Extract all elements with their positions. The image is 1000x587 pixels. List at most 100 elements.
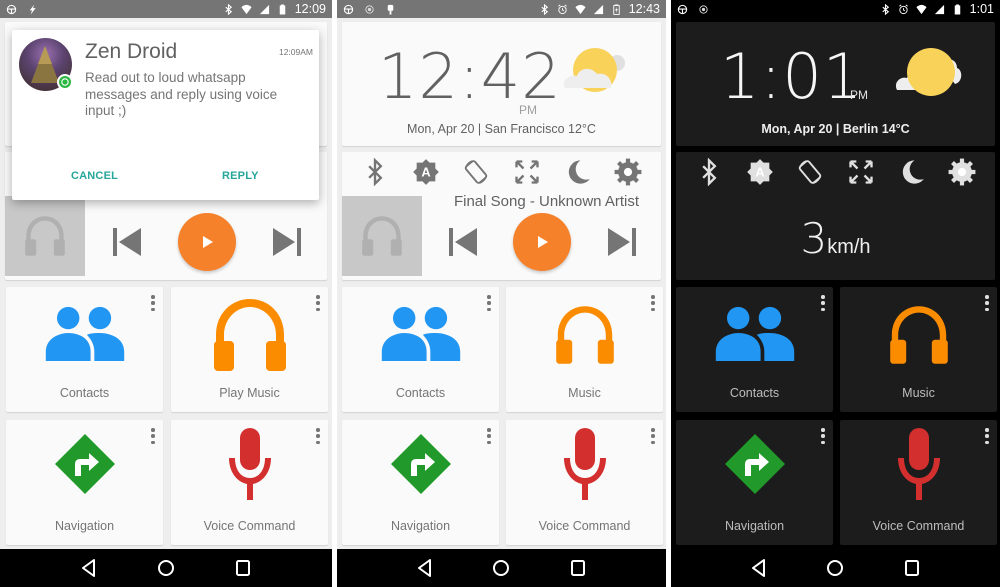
status-bar: 12:43 — [337, 0, 666, 18]
recents-button[interactable] — [231, 556, 255, 580]
wifi-icon — [575, 4, 586, 15]
speed-value: 3 — [800, 214, 828, 263]
overflow-menu-button[interactable] — [150, 295, 156, 311]
headphones-icon — [360, 214, 404, 258]
home-button[interactable] — [489, 556, 513, 580]
overflow-menu-button[interactable] — [984, 428, 990, 444]
tile-music[interactable]: Music — [840, 287, 997, 412]
fullscreen-icon[interactable] — [847, 158, 875, 186]
media-card: Final Song - Unknown Artist — [342, 152, 661, 280]
battery-icon — [277, 4, 288, 15]
date-location-weather: Mon, Apr 20 | San Francisco 12°C — [407, 122, 596, 136]
speed-unit: km/h — [827, 236, 871, 258]
play-button[interactable] — [513, 213, 572, 271]
album-art — [342, 196, 422, 276]
bluetooth-icon[interactable] — [695, 158, 723, 186]
overflow-menu-button[interactable] — [650, 295, 656, 311]
bluetooth-icon — [223, 4, 234, 15]
overflow-menu-button[interactable] — [820, 428, 826, 444]
tile-label: Voice Command — [872, 519, 965, 533]
steering-wheel-icon — [677, 4, 688, 15]
wifi-icon — [241, 4, 252, 15]
tile-label: Navigation — [390, 519, 451, 533]
contacts-icon — [43, 305, 127, 361]
notification-popup: Zen Droid 12:09AM Read out to loud whats… — [12, 30, 319, 200]
notification-sender: Zen Droid — [85, 40, 178, 63]
tile-voice-command[interactable]: Voice Command — [506, 420, 663, 545]
overflow-menu-button[interactable] — [315, 428, 321, 444]
nav-bar — [671, 549, 1000, 587]
partly-cloudy-icon — [563, 48, 625, 92]
home-button[interactable] — [154, 556, 178, 580]
previous-button[interactable] — [111, 226, 143, 258]
tile-navigation[interactable]: Navigation — [6, 420, 163, 545]
tile-music[interactable]: Music — [506, 287, 663, 412]
rotation-icon[interactable] — [796, 158, 824, 186]
android-icon — [385, 4, 396, 15]
alarm-icon — [898, 4, 909, 15]
overflow-menu-button[interactable] — [820, 295, 826, 311]
back-button[interactable] — [77, 556, 101, 580]
auto-brightness-icon[interactable] — [746, 158, 774, 186]
clock-card[interactable]: 12:42 PM Mon, Apr 20 | San Francisco 12°… — [342, 22, 661, 146]
navigation-icon — [389, 432, 453, 496]
night-mode-icon[interactable] — [897, 158, 925, 186]
recents-button[interactable] — [566, 556, 590, 580]
overflow-menu-button[interactable] — [486, 295, 492, 311]
tile-contacts[interactable]: Contacts — [342, 287, 499, 412]
overflow-menu-button[interactable] — [486, 428, 492, 444]
date-location-weather: Mon, Apr 20 | Berlin 14°C — [761, 122, 910, 136]
back-button[interactable] — [413, 556, 437, 580]
next-button[interactable] — [606, 226, 638, 258]
notification-message: Read out to loud whatsapp messages and r… — [85, 70, 278, 118]
clock-ampm: PM — [519, 103, 537, 117]
speed-card: 3km/h — [676, 152, 995, 280]
tile-contacts[interactable]: Contacts — [676, 287, 833, 412]
partly-cloudy-icon — [895, 48, 962, 96]
clock-card[interactable]: 1:01 PM Mon, Apr 20 | Berlin 14°C — [676, 22, 995, 146]
rotation-icon[interactable] — [462, 158, 490, 186]
back-button[interactable] — [747, 556, 771, 580]
reply-button[interactable]: REPLY — [222, 170, 259, 182]
tile-contacts[interactable]: Contacts — [6, 287, 163, 412]
next-button[interactable] — [271, 226, 303, 258]
overflow-menu-button[interactable] — [650, 428, 656, 444]
play-icon — [534, 234, 550, 250]
tile-label: Contacts — [59, 386, 110, 400]
settings-icon[interactable] — [948, 158, 976, 186]
tile-label: Voice Command — [538, 519, 631, 533]
status-bar: 1:01 — [671, 0, 1000, 18]
contacts-icon — [379, 305, 463, 361]
play-button[interactable] — [177, 213, 236, 271]
signal-icon — [259, 4, 270, 15]
bluetooth-icon[interactable] — [361, 158, 389, 186]
tile-navigation[interactable]: Navigation — [676, 420, 833, 545]
recents-button[interactable] — [900, 556, 924, 580]
previous-button[interactable] — [447, 226, 479, 258]
tile-navigation[interactable]: Navigation — [342, 420, 499, 545]
cancel-button[interactable]: CANCEL — [71, 170, 118, 182]
tile-label: Music — [568, 386, 601, 400]
nav-bar — [337, 549, 666, 587]
night-mode-icon[interactable] — [563, 158, 591, 186]
microphone-icon — [225, 428, 275, 500]
phone-screen-2: 12:43 12:42 PM Mon, Apr 20 | San Francis… — [337, 0, 666, 587]
home-button[interactable] — [823, 556, 847, 580]
settings-icon[interactable] — [614, 158, 642, 186]
navigation-icon — [53, 432, 117, 496]
nav-bar — [0, 549, 332, 587]
tile-label: Play Music — [219, 386, 280, 400]
tile-voice-command[interactable]: Voice Command — [171, 420, 328, 545]
overflow-menu-button[interactable] — [150, 428, 156, 444]
battery-icon — [952, 4, 963, 15]
music-icon — [553, 303, 617, 367]
overflow-menu-button[interactable] — [315, 295, 321, 311]
fullscreen-icon[interactable] — [513, 158, 541, 186]
tile-play-music[interactable]: Play Music — [171, 287, 328, 412]
microphone-icon — [560, 428, 610, 500]
auto-brightness-icon[interactable] — [412, 158, 440, 186]
bluetooth-icon — [539, 4, 550, 15]
overflow-menu-button[interactable] — [984, 295, 990, 311]
tile-voice-command[interactable]: Voice Command — [840, 420, 997, 545]
contacts-icon — [713, 305, 797, 361]
